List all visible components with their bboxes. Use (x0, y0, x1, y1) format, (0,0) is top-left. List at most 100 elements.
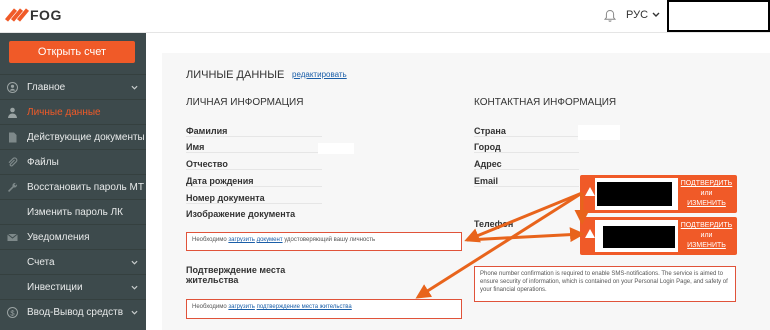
residence-heading-line2: жительства (186, 275, 239, 285)
language-selector[interactable]: РУС (626, 9, 660, 21)
upload-link[interactable]: загрузить (228, 237, 255, 243)
person-icon (8, 107, 17, 118)
upload-identity-notice: Необходимо загрузить документ удостоверя… (186, 232, 462, 251)
envelope-icon (7, 233, 18, 241)
sidebar-item-main[interactable]: Главное (0, 74, 146, 99)
change-email-link[interactable]: ИЗМЕНИТЬ (680, 199, 733, 209)
or-label: или (700, 231, 713, 239)
residence-proof-link[interactable]: подтверждение места жительства (257, 304, 352, 310)
divider (186, 186, 322, 187)
sidebar-item-files[interactable]: Файлы (0, 149, 146, 174)
document-icon (9, 132, 17, 143)
phone-actions: ПОДТВЕРДИТЬ или ИЗМЕНИТЬ (680, 221, 733, 250)
upload-link[interactable]: загрузить (228, 304, 255, 310)
warning-icon (585, 187, 595, 196)
personal-info-heading: ЛИЧНАЯ ИНФОРМАЦИЯ (186, 97, 304, 108)
notice-prefix: Необходимо (192, 237, 229, 243)
dollar-icon: $ (7, 307, 18, 318)
field-label-phone: Телефон (474, 219, 514, 229)
field-label-birth-date: Дата рождения (186, 176, 254, 186)
edit-link[interactable]: редактировать (292, 70, 347, 79)
notice-suffix: удостоверяющий вашу личность (282, 237, 376, 243)
sidebar-item-label: Личные данные (27, 106, 101, 118)
redacted-value (578, 125, 620, 140)
open-account-button[interactable]: Открыть счет (9, 41, 135, 63)
redacted-value (318, 143, 354, 154)
bell-icon[interactable] (603, 9, 617, 23)
divider (474, 136, 579, 137)
svg-text:$: $ (10, 308, 15, 317)
language-label: РУС (626, 9, 649, 21)
field-label-patronymic: Отчество (186, 159, 228, 169)
logo-text: FOG (30, 7, 62, 23)
sidebar-item-active-documents[interactable]: Действующие документы (0, 124, 146, 149)
field-label-name: Имя (186, 142, 205, 152)
sidebar-item-label: Инвестиции (27, 281, 83, 293)
sidebar-item-change-lk-password[interactable]: Изменить пароль ЛК (0, 199, 146, 224)
sidebar-item-label: Действующие документы (27, 131, 145, 143)
sms-notice: Phone number confirmation is required to… (474, 266, 736, 302)
field-label-email: Email (474, 176, 499, 186)
email-actions: ПОДТВЕРДИТЬ или ИЗМЕНИТЬ (680, 179, 733, 208)
sidebar-item-label: Файлы (27, 156, 59, 168)
logo[interactable]: FOG (4, 6, 62, 24)
divider (186, 136, 322, 137)
sidebar-item-label: Изменить пароль ЛК (27, 206, 123, 218)
field-label-document-number: Номер документа (186, 193, 265, 203)
page-title: ЛИЧНЫЕ ДАННЫЕ (186, 69, 285, 81)
sidebar-item-investments[interactable]: Инвестиции (0, 274, 146, 299)
sidebar-item-personal-data[interactable]: Личные данные (0, 99, 146, 124)
sidebar-item-restore-mt-password[interactable]: Восстановить пароль МТ (0, 174, 146, 199)
paperclip-icon (8, 157, 18, 167)
divider (186, 203, 322, 204)
logo-mark-icon (4, 6, 30, 24)
sidebar-item-notifications[interactable]: Уведомления (0, 224, 146, 249)
confirm-phone-link[interactable]: ПОДТВЕРДИТЬ (680, 221, 733, 231)
sidebar-item-accounts[interactable]: Счета (0, 249, 146, 274)
field-label-document-image: Изображение документа (186, 209, 296, 219)
change-phone-link[interactable]: ИЗМЕНИТЬ (680, 241, 733, 251)
sidebar-item-label: Восстановить пароль МТ (27, 181, 144, 193)
upload-residence-notice: Необходимо загрузить подтверждение места… (186, 299, 462, 319)
field-label-address: Адрес (474, 159, 502, 169)
user-account-box[interactable] (667, 0, 770, 32)
phone-confirm-alert: ПОДТВЕРДИТЬ или ИЗМЕНИТЬ (580, 217, 737, 255)
document-link[interactable]: документ (257, 237, 283, 243)
phone-value-box (595, 220, 678, 252)
chevron-down-icon (131, 310, 138, 315)
warning-icon (585, 229, 595, 238)
field-label-city: Город (474, 142, 501, 152)
field-label-surname: Фамилия (186, 126, 228, 136)
redacted-phone (603, 226, 675, 248)
email-confirm-alert: ПОДТВЕРДИТЬ или ИЗМЕНИТЬ (580, 175, 737, 213)
chevron-down-icon (131, 260, 138, 265)
notice-prefix: Необходимо (192, 304, 229, 310)
chevron-down-icon (131, 285, 138, 290)
chevron-down-icon (131, 85, 138, 90)
confirm-email-link[interactable]: ПОДТВЕРДИТЬ (680, 179, 733, 189)
top-bar: FOG РУС (0, 0, 770, 33)
circle-user-icon (7, 82, 18, 93)
redacted-email (597, 182, 672, 206)
contact-info-heading: КОНТАКТНАЯ ИНФОРМАЦИЯ (474, 97, 617, 108)
residence-heading: Подтверждение места жительства (186, 265, 285, 285)
divider (474, 152, 579, 153)
or-label: или (700, 189, 713, 197)
sidebar-item-deposit-withdrawal[interactable]: $ Ввод-Вывод средств (0, 299, 146, 324)
email-value-box (595, 178, 678, 210)
sidebar: Открыть счет Главное Личные данные Дейст… (0, 33, 146, 330)
wrench-icon (8, 182, 18, 192)
divider (186, 169, 322, 170)
sidebar-item-label: Главное (27, 81, 66, 93)
main-content: ЛИЧНЫЕ ДАННЫЕ редактировать ЛИЧНАЯ ИНФОР… (146, 33, 770, 330)
divider (474, 169, 579, 170)
residence-heading-line1: Подтверждение места (186, 265, 286, 275)
divider (186, 152, 322, 153)
sidebar-item-label: Счета (27, 256, 55, 268)
field-label-country: Страна (474, 126, 506, 136)
sidebar-item-label: Уведомления (27, 231, 90, 243)
sidebar-item-label: Ввод-Вывод средств (27, 306, 124, 318)
divider (474, 186, 579, 187)
chevron-down-icon (652, 12, 660, 17)
sidebar-nav: Главное Личные данные Действующие докуме… (0, 74, 146, 324)
